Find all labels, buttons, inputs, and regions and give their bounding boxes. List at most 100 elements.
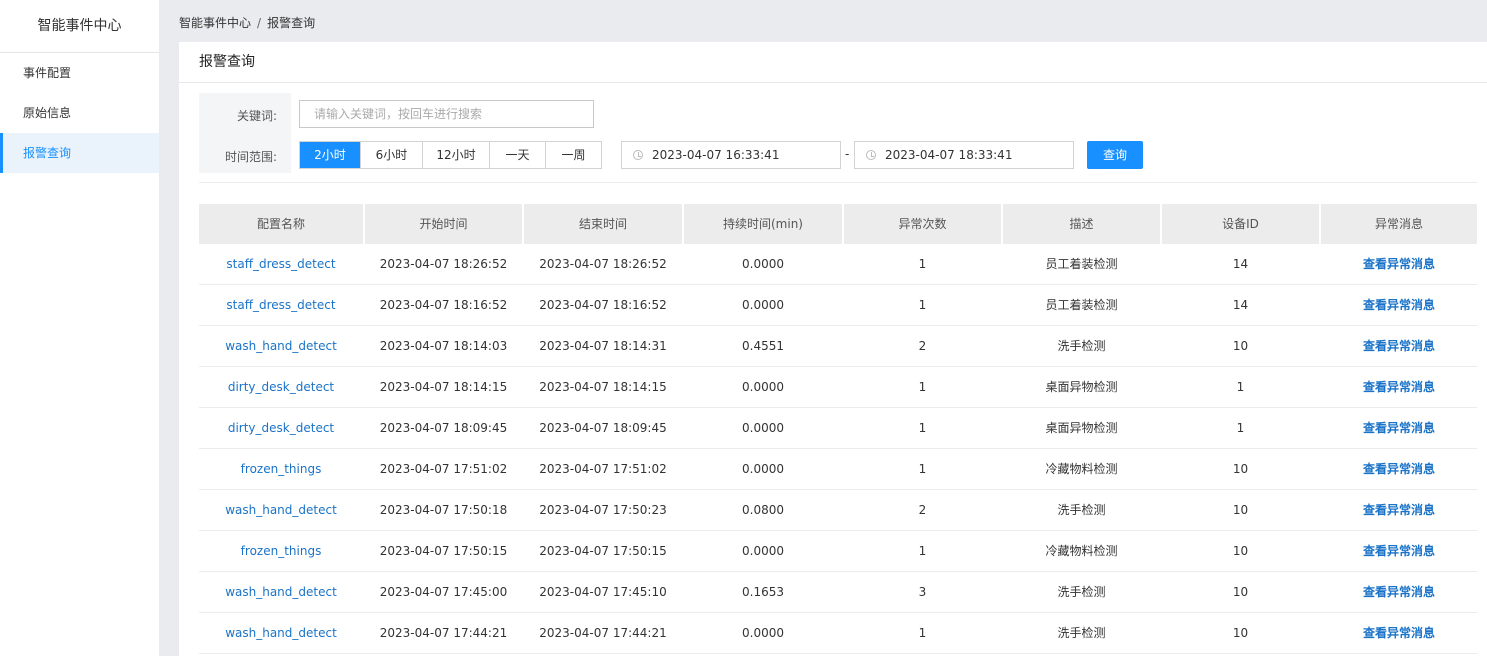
cell-device-id: 10: [1232, 462, 1249, 476]
cell-config-name[interactable]: wash_hand_detect: [199, 490, 363, 530]
query-button[interactable]: 查询: [1087, 141, 1143, 169]
cell-duration: 0.0000: [742, 298, 784, 312]
column-header-duration: 持续时间(min): [684, 204, 842, 244]
start-time-value: 2023-04-07 16:33:41: [652, 148, 780, 162]
cell-duration: 0.0000: [742, 257, 784, 271]
cell-description: 桌面异物检测: [1045, 421, 1118, 435]
cell-device-id: 1: [1236, 421, 1245, 435]
range-6h-button[interactable]: 6小时: [361, 142, 423, 168]
cell-count: 1: [918, 626, 927, 640]
breadcrumb-current: 报警查询: [267, 16, 316, 30]
end-time-picker[interactable]: 2023-04-07 18:33:41: [854, 141, 1074, 169]
cell-description: 洗手检测: [1057, 503, 1106, 517]
alarm-table: 配置名称 开始时间 结束时间 持续时间(min) 异常次数 描述 设备ID 异常…: [199, 204, 1477, 654]
column-header-count: 异常次数: [844, 204, 1001, 244]
cell-end-time: 2023-04-07 18:14:15: [539, 380, 667, 394]
view-message-link[interactable]: 查看异常消息: [1321, 367, 1477, 407]
cell-count: 2: [918, 503, 927, 517]
start-time-picker[interactable]: 2023-04-07 16:33:41: [621, 141, 841, 169]
main-panel: 报警查询 关键词: 时间范围: 2小时 6小时 12小时 一天 一周 2023-…: [179, 42, 1487, 656]
cell-end-time: 2023-04-07 17:44:21: [539, 626, 667, 640]
cell-count: 1: [918, 544, 927, 558]
table-row: wash_hand_detect 2023-04-07 18:14:03 2023-…: [199, 326, 1477, 367]
view-message-link[interactable]: 查看异常消息: [1321, 285, 1477, 325]
cell-config-name[interactable]: frozen_things: [199, 449, 363, 489]
cell-end-time: 2023-04-07 17:45:10: [539, 585, 667, 599]
cell-config-name[interactable]: dirty_desk_detect: [199, 367, 363, 407]
cell-duration: 0.0000: [742, 462, 784, 476]
cell-duration: 0.0000: [742, 626, 784, 640]
cell-end-time: 2023-04-07 17:50:23: [539, 503, 667, 517]
end-time-value: 2023-04-07 18:33:41: [885, 148, 1013, 162]
cell-end-time: 2023-04-07 17:51:02: [539, 462, 667, 476]
view-message-link[interactable]: 查看异常消息: [1321, 613, 1477, 653]
table-row: frozen_things 2023-04-07 17:51:02 2023-04-…: [199, 449, 1477, 490]
cell-description: 洗手检测: [1057, 585, 1106, 599]
cell-config-name[interactable]: dirty_desk_detect: [199, 408, 363, 448]
cell-device-id: 14: [1232, 257, 1249, 271]
cell-config-name[interactable]: frozen_things: [199, 531, 363, 571]
breadcrumb-root[interactable]: 智能事件中心: [179, 16, 251, 30]
view-message-link[interactable]: 查看异常消息: [1321, 572, 1477, 612]
view-message-link[interactable]: 查看异常消息: [1321, 449, 1477, 489]
column-header-config-name: 配置名称: [199, 204, 363, 244]
view-message-link[interactable]: 查看异常消息: [1321, 244, 1477, 284]
cell-start-time: 2023-04-07 17:45:00: [379, 585, 508, 599]
cell-description: 员工着装检测: [1045, 298, 1118, 312]
view-message-link[interactable]: 查看异常消息: [1321, 490, 1477, 530]
breadcrumb: 智能事件中心 / 报警查询: [179, 14, 315, 31]
filter-panel: 关键词: 时间范围: 2小时 6小时 12小时 一天 一周 2023-04-07…: [199, 93, 1477, 173]
cell-end-time: 2023-04-07 18:26:52: [539, 257, 667, 271]
cell-duration: 0.0000: [742, 380, 784, 394]
cell-device-id: 10: [1232, 626, 1249, 640]
cell-start-time: 2023-04-07 18:14:15: [379, 380, 508, 394]
range-1d-button[interactable]: 一天: [490, 142, 546, 168]
cell-start-time: 2023-04-07 18:16:52: [379, 298, 508, 312]
table-header: 配置名称 开始时间 结束时间 持续时间(min) 异常次数 描述 设备ID 异常…: [199, 204, 1477, 244]
cell-start-time: 2023-04-07 18:26:52: [379, 257, 508, 271]
page-title: 报警查询: [179, 42, 1487, 83]
app-title: 智能事件中心: [0, 0, 159, 53]
cell-device-id: 10: [1232, 339, 1249, 353]
cell-start-time: 2023-04-07 18:09:45: [379, 421, 508, 435]
table-row: frozen_things 2023-04-07 17:50:15 2023-04-…: [199, 531, 1477, 572]
cell-count: 2: [918, 339, 927, 353]
table-row: wash_hand_detect 2023-04-07 17:45:00 2023-…: [199, 572, 1477, 613]
column-header-start-time: 开始时间: [365, 204, 522, 244]
view-message-link[interactable]: 查看异常消息: [1321, 408, 1477, 448]
sidebar-item-raw-info[interactable]: 原始信息: [0, 93, 159, 133]
cell-start-time: 2023-04-07 17:50:15: [379, 544, 508, 558]
cell-start-time: 2023-04-07 17:51:02: [379, 462, 508, 476]
sidebar-item-event-config[interactable]: 事件配置: [0, 53, 159, 93]
column-header-device-id: 设备ID: [1162, 204, 1319, 244]
sidebar-item-alarm-query[interactable]: 报警查询: [0, 133, 159, 173]
cell-device-id: 1: [1236, 380, 1245, 394]
divider: [199, 182, 1477, 183]
cell-config-name[interactable]: staff_dress_detect: [199, 244, 363, 284]
clock-icon: [633, 150, 643, 160]
date-range-separator: -: [845, 147, 850, 161]
view-message-link[interactable]: 查看异常消息: [1321, 326, 1477, 366]
table-row: staff_dress_detect 2023-04-07 18:16:52 202…: [199, 285, 1477, 326]
cell-config-name[interactable]: staff_dress_detect: [199, 285, 363, 325]
cell-count: 3: [918, 585, 927, 599]
table-row: wash_hand_detect 2023-04-07 17:44:21 2023-…: [199, 613, 1477, 654]
column-header-message: 异常消息: [1321, 204, 1477, 244]
cell-device-id: 10: [1232, 503, 1249, 517]
cell-config-name[interactable]: wash_hand_detect: [199, 613, 363, 653]
keyword-search-input[interactable]: [299, 100, 594, 128]
cell-start-time: 2023-04-07 17:44:21: [379, 626, 508, 640]
cell-device-id: 14: [1232, 298, 1249, 312]
cell-config-name[interactable]: wash_hand_detect: [199, 326, 363, 366]
cell-description: 员工着装检测: [1045, 257, 1118, 271]
cell-duration: 0.1653: [742, 585, 784, 599]
cell-description: 洗手检测: [1057, 339, 1106, 353]
cell-description: 桌面异物检测: [1045, 380, 1118, 394]
cell-start-time: 2023-04-07 18:14:03: [379, 339, 508, 353]
range-12h-button[interactable]: 12小时: [423, 142, 490, 168]
cell-config-name[interactable]: wash_hand_detect: [199, 572, 363, 612]
range-1w-button[interactable]: 一周: [546, 142, 601, 168]
column-header-description: 描述: [1003, 204, 1160, 244]
view-message-link[interactable]: 查看异常消息: [1321, 531, 1477, 571]
range-2h-button[interactable]: 2小时: [300, 142, 361, 168]
